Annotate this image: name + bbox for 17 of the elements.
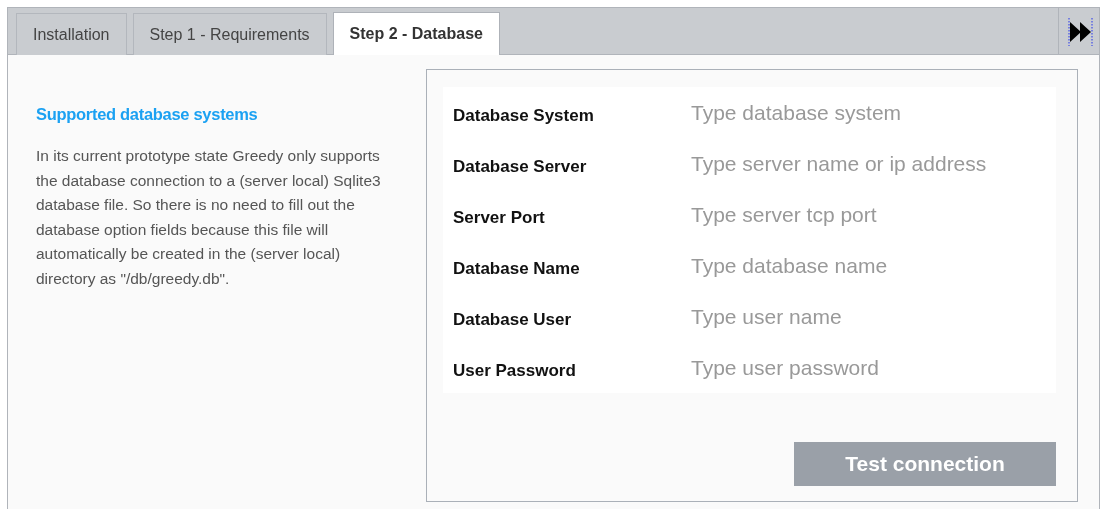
input-field[interactable]: Type user password [691, 355, 1046, 380]
field-label: Database System [453, 104, 595, 126]
field-label: Database Server [453, 155, 588, 177]
field-label: Database Name [453, 257, 581, 279]
input-field[interactable]: Type database system [691, 100, 1046, 125]
tab[interactable]: Step 1 - Requirements [132, 13, 327, 55]
field-label: Database User [453, 308, 573, 330]
tab[interactable]: Step 2 - Database [332, 12, 500, 55]
tab[interactable]: Installation [16, 13, 127, 55]
input-field[interactable]: Type server tcp port [691, 202, 1046, 227]
field-label: Server Port [453, 206, 546, 228]
section-heading: Supported database systems [36, 105, 259, 124]
input-field[interactable]: Type user name [691, 304, 1046, 329]
field-label: User Password [453, 359, 577, 381]
info-paragraph: In its current prototype state Greedy only supports the database connection to a (server local) Sqlite3 database file. So there is no need to fill out the database option fields because this file will automatically be created in the (server local) directory as "/db/greedy.db". [36, 146, 382, 289]
input-field[interactable]: Type server name or ip address [691, 151, 1046, 176]
input-field[interactable]: Type database name [691, 253, 1046, 278]
